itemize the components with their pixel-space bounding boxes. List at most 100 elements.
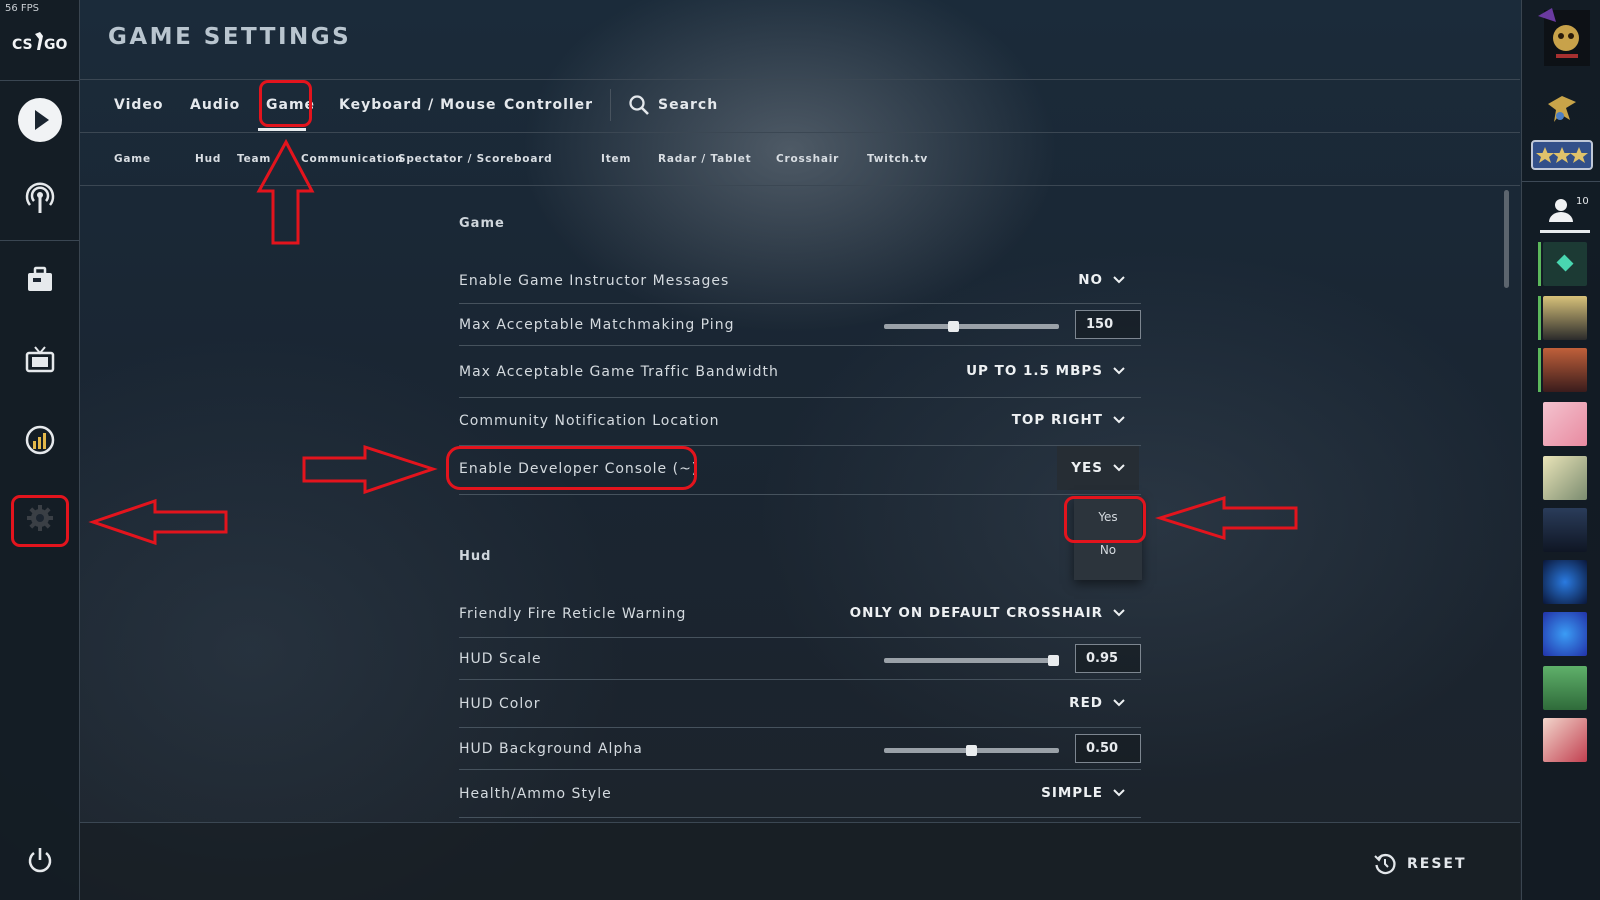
subtab-twitch[interactable]: Twitch.tv	[867, 153, 928, 165]
inventory-button[interactable]	[12, 252, 68, 308]
power-icon	[28, 848, 52, 873]
dropdown-value: ONLY ON DEFAULT CROSSHAIR	[849, 605, 1103, 621]
dropdown-select[interactable]: TOP RIGHT	[1012, 412, 1125, 428]
chevron-down-icon	[1113, 367, 1125, 375]
play-icon	[18, 98, 62, 142]
content-scrollbar[interactable]	[1504, 190, 1509, 288]
slider-knob[interactable]	[966, 745, 977, 756]
section-title-game: Game	[459, 216, 505, 231]
search-icon	[629, 95, 649, 115]
svg-text:CS: CS	[12, 37, 33, 53]
footer	[80, 822, 1520, 900]
friend-avatar[interactable]	[1543, 666, 1587, 710]
friend-avatar[interactable]	[1543, 612, 1587, 656]
right-sidebar: 10	[1521, 0, 1600, 900]
subtab-crosshair[interactable]: Crosshair	[776, 153, 839, 165]
dropdown-select[interactable]: SIMPLE	[1041, 785, 1125, 801]
chevron-down-icon	[1113, 699, 1125, 707]
tab-audio[interactable]: Audio	[190, 97, 240, 113]
hud-alpha-input[interactable]: 0.50	[1075, 734, 1141, 763]
header: GAME SETTINGS	[80, 0, 1520, 80]
setting-row: Max Acceptable Matchmaking Ping 150	[459, 304, 1141, 346]
hud-scale-slider[interactable]	[884, 655, 1059, 666]
annotation-highlight-game-tab	[259, 80, 312, 127]
hud-scale-input[interactable]: 0.95	[1075, 644, 1141, 673]
setting-row: Community Notification Location TOP RIGH…	[459, 398, 1141, 446]
friend-avatar[interactable]	[1543, 456, 1587, 500]
dropdown-select[interactable]: ONLY ON DEFAULT CROSSHAIR	[850, 605, 1125, 621]
annotation-highlight-yes-option	[1064, 496, 1146, 543]
annotation-highlight-settings	[11, 495, 69, 547]
setting-row: Max Acceptable Game Traffic Bandwidth UP…	[459, 348, 1141, 398]
setting-label: Max Acceptable Matchmaking Ping	[459, 317, 735, 333]
subtab-hud[interactable]: Hud	[195, 153, 221, 165]
subtab-radar-tablet[interactable]: Radar / Tablet	[658, 153, 751, 165]
stats-button[interactable]	[12, 412, 68, 468]
slider-knob[interactable]	[948, 321, 959, 332]
csgo-logo[interactable]: CS GO	[10, 28, 70, 56]
setting-row: Enable Game Instructor Messages NO	[459, 260, 1141, 304]
friend-avatar[interactable]	[1543, 508, 1587, 552]
dropdown-value: TOP RIGHT	[1011, 412, 1103, 428]
subtab-team[interactable]: Team	[237, 153, 271, 165]
watch-button[interactable]	[12, 332, 68, 388]
subtab-spectator-scoreboard[interactable]: Spectator / Scoreboard	[398, 153, 553, 165]
subtab-item[interactable]: Item	[601, 153, 631, 165]
dropdown-select[interactable]: UP TO 1.5 MBPS	[966, 363, 1125, 379]
setting-label: Community Notification Location	[459, 413, 720, 429]
skill-group-badge[interactable]	[1531, 140, 1593, 170]
dropdown-value: RED	[1069, 695, 1103, 711]
section-title-hud: Hud	[459, 549, 492, 564]
chevron-down-icon	[1113, 789, 1125, 797]
tab-controller[interactable]: Controller	[504, 97, 593, 113]
friend-avatar[interactable]	[1543, 348, 1587, 392]
setting-row: HUD Color RED	[459, 682, 1141, 728]
eagle-medal-icon	[1548, 96, 1576, 122]
play-button[interactable]	[12, 92, 68, 148]
setting-label: HUD Scale	[459, 651, 542, 667]
profile-rank-badge[interactable]	[1534, 6, 1590, 66]
friends-button[interactable]: 10	[1536, 194, 1592, 234]
quit-button[interactable]	[12, 832, 68, 888]
friend-avatar[interactable]	[1543, 242, 1587, 286]
friend-avatar[interactable]	[1543, 402, 1587, 446]
subtab-game[interactable]: Game	[114, 153, 151, 165]
friend-avatar[interactable]	[1543, 296, 1587, 340]
search-tab[interactable]: Search	[628, 94, 718, 116]
setting-label: Enable Game Instructor Messages	[459, 273, 730, 289]
dropdown-option-no[interactable]: No	[1074, 543, 1142, 557]
dropdown-select[interactable]: NO	[1078, 272, 1125, 288]
chevron-down-icon	[1113, 416, 1125, 424]
page-title: GAME SETTINGS	[108, 24, 352, 50]
hud-alpha-slider[interactable]	[884, 745, 1059, 756]
broadcast-icon	[25, 182, 55, 213]
fps-counter: 56 FPS	[5, 3, 40, 14]
dropdown-value: UP TO 1.5 MBPS	[966, 363, 1103, 379]
tv-icon	[25, 346, 55, 373]
tab-video[interactable]: Video	[114, 97, 164, 113]
slider-knob[interactable]	[1048, 655, 1059, 666]
setting-label: Friendly Fire Reticle Warning	[459, 606, 687, 622]
settings-subtabs: Game Hud Team Communication Spectator / …	[80, 133, 1520, 186]
ping-input[interactable]: 150	[1075, 310, 1141, 339]
annotation-highlight-console-setting	[446, 446, 697, 490]
service-medal[interactable]	[1544, 90, 1580, 126]
reset-button[interactable]: RESET	[1373, 852, 1467, 876]
setting-row: Health/Ammo Style SIMPLE	[459, 772, 1141, 818]
watch-live-button[interactable]	[12, 170, 68, 226]
search-label: Search	[658, 97, 719, 113]
friends-icon	[1549, 199, 1573, 222]
setting-label: Max Acceptable Game Traffic Bandwidth	[459, 364, 779, 380]
dropdown-select[interactable]: YES	[1057, 446, 1139, 490]
stars-rank-icon	[1536, 147, 1588, 163]
friend-avatar[interactable]	[1543, 560, 1587, 604]
profile-skull-icon	[1538, 8, 1590, 66]
dropdown-select[interactable]: RED	[1069, 695, 1125, 711]
tab-keyboard-mouse[interactable]: Keyboard / Mouse	[339, 97, 496, 113]
subtab-communication[interactable]: Communication	[301, 153, 403, 165]
dropdown-value: NO	[1078, 272, 1103, 288]
friend-avatar[interactable]	[1543, 718, 1587, 762]
left-sidebar: 56 FPS CS GO	[0, 0, 80, 900]
ping-slider[interactable]	[884, 321, 1059, 332]
reset-label: RESET	[1407, 856, 1467, 872]
